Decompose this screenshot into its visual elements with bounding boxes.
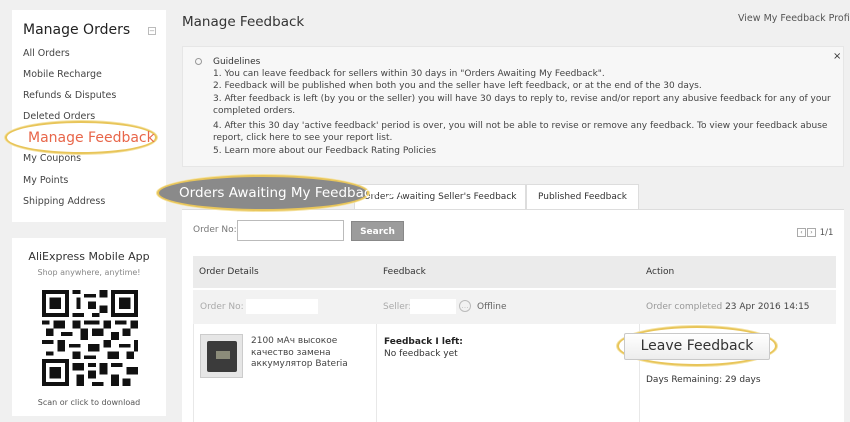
sidebar: Manage Orders − All Orders Mobile Rechar… [12, 10, 166, 222]
seller-name[interactable] [410, 299, 456, 314]
sidebar-item-all-orders[interactable]: All Orders [23, 48, 70, 59]
sidebar-item-mobile-recharge[interactable]: Mobile Recharge [23, 69, 102, 80]
sidebar-item-manage-feedback-label: Manage Feedback [28, 130, 155, 146]
tab-published-feedback[interactable]: Published Feedback [526, 184, 639, 209]
app-promo-title: AliExpress Mobile App [28, 250, 150, 263]
order-no-value [246, 299, 318, 314]
page-title: Manage Feedback [182, 14, 305, 30]
order-no-cell-label: Order No: [200, 302, 244, 312]
product-name-link[interactable]: 2100 мАч высокое качество замена аккумул… [251, 336, 363, 371]
sidebar-title: Manage Orders [23, 22, 131, 38]
column-header-feedback: Feedback [383, 267, 426, 277]
prev-page-icon[interactable]: ‹ [797, 228, 806, 237]
app-promo-footer[interactable]: Scan or click to download [12, 398, 166, 407]
guideline-line: completed orders. [213, 106, 296, 116]
app-promo-subtitle: Shop anywhere, anytime! [37, 268, 141, 277]
order-no-input[interactable] [237, 220, 344, 241]
seller-label: Seller: [383, 302, 412, 312]
sidebar-item-my-coupons[interactable]: My Coupons [23, 153, 81, 164]
sidebar-item-refunds-disputes[interactable]: Refunds & Disputes [23, 90, 116, 101]
order-completed-label: Order completed [646, 302, 723, 312]
sidebar-item-shipping-address[interactable]: Shipping Address [23, 196, 105, 207]
product-image[interactable] [200, 334, 243, 378]
tab-awaiting-my-feedback-label: Orders Awaiting My Feedback (2) [179, 185, 403, 201]
guideline-line: 1. You can leave feedback for sellers wi… [213, 69, 605, 79]
guidelines-panel: × Guidelines 1. You can leave feedback f… [182, 46, 844, 167]
column-divider [376, 324, 377, 422]
guideline-line: 3. After feedback is left (by you or the… [213, 94, 831, 104]
sidebar-item-my-points[interactable]: My Points [23, 175, 68, 186]
column-header-action: Action [646, 267, 675, 277]
guidelines-heading: Guidelines [213, 57, 261, 67]
guideline-policies-link[interactable]: 5. Learn more about our Feedback Rating … [213, 146, 436, 156]
guideline-report-link[interactable]: report, click here to see your report li… [213, 133, 392, 143]
qr-code-icon[interactable] [42, 290, 138, 386]
order-completed-info: Order completed 23 Apr 2016 14:15 [646, 302, 810, 312]
next-page-icon[interactable]: › [807, 228, 816, 237]
order-no-label: Order No: [193, 225, 237, 235]
table-header [193, 256, 836, 288]
view-feedback-profile-link[interactable]: View My Feedback Profile [738, 13, 850, 24]
leave-feedback-button[interactable]: Leave Feedback [624, 333, 770, 360]
app-promo: AliExpress Mobile App Shop anywhere, any… [12, 238, 166, 416]
pagination: ‹ › 1/1 [797, 228, 833, 238]
close-icon[interactable]: × [833, 51, 841, 62]
days-remaining: Days Remaining: 29 days [646, 375, 761, 385]
search-button[interactable]: Search [351, 221, 404, 241]
column-header-order-details: Order Details [199, 267, 259, 277]
feedback-left-label: Feedback I left: [384, 337, 463, 347]
order-completed-date: 23 Apr 2016 14:15 [725, 302, 810, 312]
seller-status: Offline [477, 302, 507, 312]
location-pin-icon [195, 58, 202, 65]
sidebar-item-manage-feedback[interactable]: Manage Feedback [5, 121, 157, 154]
collapse-icon[interactable]: − [148, 27, 156, 35]
page-indicator: 1/1 [819, 228, 834, 238]
tab-awaiting-my-feedback[interactable]: Orders Awaiting My Feedback (2) [157, 175, 403, 211]
guideline-line: 4. After this 30 day 'active feedback' p… [213, 121, 828, 131]
feedback-left-value: No feedback yet [384, 349, 458, 359]
guideline-line: 2. Feedback will be published when both … [213, 81, 702, 91]
chat-icon[interactable]: … [459, 300, 471, 312]
